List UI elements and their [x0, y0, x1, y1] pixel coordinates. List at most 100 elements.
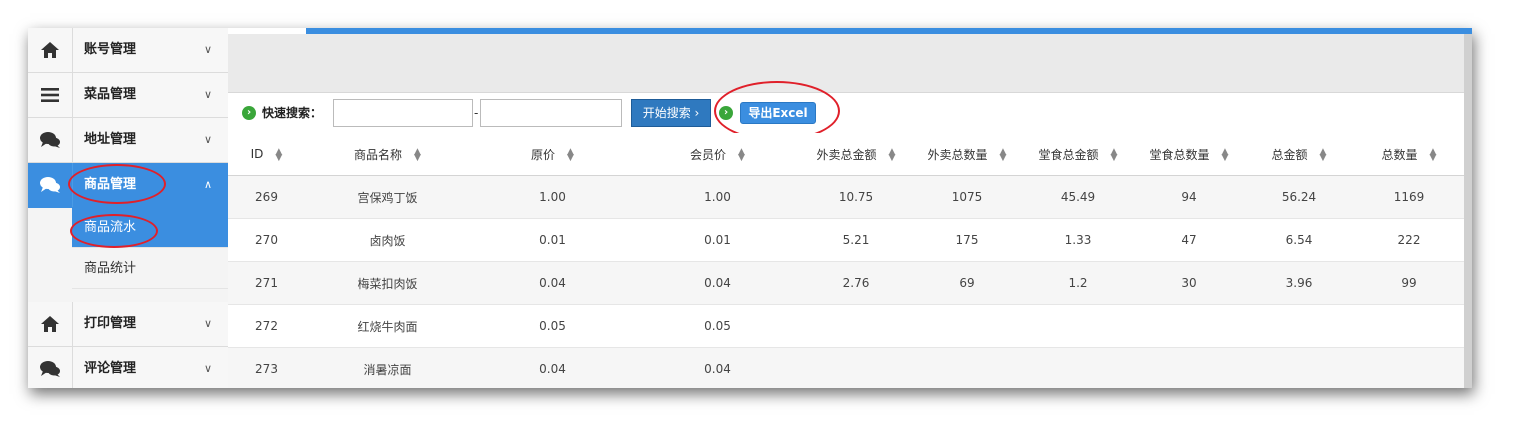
table-cell: 2.76 [800, 261, 912, 305]
table-cell: 270 [228, 218, 305, 262]
table-cell [1022, 304, 1134, 348]
table-cell [1244, 304, 1354, 348]
go-arrow-icon: › [719, 106, 733, 120]
sort-icon[interactable]: ▲ ▼ [889, 148, 896, 163]
sidebar-item-label: 地址管理 [84, 132, 137, 147]
column-header[interactable]: 原价 ▲ ▼ [470, 133, 635, 176]
table-cell: 272 [228, 304, 305, 348]
sidebar-item-label: 评论管理 [84, 361, 137, 376]
search-start-input[interactable] [333, 99, 473, 127]
table-cell [1134, 304, 1244, 348]
table-row[interactable]: 270 卤肉饭 0.01 0.01 5.21 175 1.33 47 6.54 … [228, 218, 1464, 262]
column-header[interactable]: 总金额 ▲ ▼ [1244, 133, 1354, 176]
table-cell: 0.04 [635, 347, 800, 388]
sort-icon[interactable]: ▲ ▼ [1000, 148, 1007, 163]
sort-icon[interactable]: ▲ ▼ [1222, 148, 1229, 163]
table-cell: 宫保鸡丁饭 [305, 175, 470, 219]
table-cell: 175 [912, 218, 1022, 262]
table-cell: 梅菜扣肉饭 [305, 261, 470, 305]
table-cell: 47 [1134, 218, 1244, 262]
sort-icon[interactable]: ▲ ▼ [738, 148, 745, 163]
range-separator: - [474, 106, 479, 120]
table-cell [912, 304, 1022, 348]
table-cell: 30 [1134, 261, 1244, 305]
sidebar-subitem-product-flow[interactable]: 商品流水 [72, 208, 228, 248]
table-cell: 0.04 [470, 347, 635, 388]
sidebar-item-label: 商品管理 [84, 177, 137, 192]
sort-icon[interactable]: ▲ ▼ [275, 147, 282, 162]
scrollbar[interactable] [1464, 34, 1472, 388]
chevron-down-icon: ∨ [204, 133, 213, 146]
table-row[interactable]: 272 红烧牛肉面 0.05 0.05 [228, 304, 1464, 348]
sidebar-subitem-product-stats[interactable]: 商品统计 [72, 249, 228, 289]
table-cell [1354, 304, 1464, 348]
sort-icon[interactable]: ▲ ▼ [414, 148, 421, 163]
chevron-down-icon: ∨ [204, 43, 213, 56]
search-label: 快速搜索： [262, 106, 323, 120]
table-cell [1134, 347, 1244, 388]
table-cell [1354, 347, 1464, 388]
sidebar-item-dishes[interactable]: 菜品管理 ∨ [28, 73, 228, 118]
table-cell: 1169 [1354, 175, 1464, 219]
export-excel-button[interactable]: 导出Excel [740, 102, 816, 124]
column-header[interactable]: 会员价 ▲ ▼ [635, 133, 800, 176]
sort-icon[interactable]: ▲ ▼ [1320, 148, 1327, 163]
sort-icon[interactable]: ▲ ▼ [1111, 148, 1118, 163]
table-cell: 0.05 [470, 304, 635, 348]
sort-icon[interactable]: ▲ ▼ [1430, 148, 1437, 163]
column-header[interactable]: 堂食总金额 ▲ ▼ [1022, 133, 1134, 176]
sidebar-item-comments[interactable]: 评论管理 ∨ [28, 347, 228, 388]
main-content: › 快速搜索： - 开始搜索 › › 导出Excel ID ▲ ▼ 商品名称 ▲ ▼ 原… [228, 28, 1472, 388]
table-cell: 1.33 [1022, 218, 1134, 262]
table-cell: 45.49 [1022, 175, 1134, 219]
menu-lines-icon [28, 73, 73, 117]
sort-icon[interactable]: ▲ ▼ [567, 148, 574, 163]
table-cell [800, 304, 912, 348]
sidebar-item-account[interactable]: 账号管理 ∨ [28, 28, 228, 73]
table-cell: 消暑凉面 [305, 347, 470, 388]
table-cell [800, 347, 912, 388]
table-cell: 卤肉饭 [305, 218, 470, 262]
table-cell: 0.01 [470, 218, 635, 262]
table-cell: 10.75 [800, 175, 912, 219]
column-header[interactable]: 外卖总数量 ▲ ▼ [912, 133, 1022, 176]
search-end-input[interactable] [480, 99, 622, 127]
table-cell [1244, 347, 1354, 388]
table-row[interactable]: 271 梅菜扣肉饭 0.04 0.04 2.76 69 1.2 30 3.96 … [228, 261, 1464, 305]
table-header-row: ID ▲ ▼ 商品名称 ▲ ▼ 原价 ▲ ▼ 会员价 ▲ ▼ 外卖总金额 ▲ ▼ 外卖总数量 ▲ ▼ 堂… [228, 133, 1464, 176]
sidebar-item-products[interactable]: 商品管理 ∧ [28, 163, 228, 208]
table-cell: 0.04 [470, 261, 635, 305]
app-window: 账号管理 ∨ 菜品管理 ∨ 地址管理 ∨ 商品管理 ∧ 商品流水 商品统计 打印… [28, 28, 1472, 388]
column-header[interactable]: 商品名称 ▲ ▼ [305, 133, 470, 176]
product-table: ID ▲ ▼ 商品名称 ▲ ▼ 原价 ▲ ▼ 会员价 ▲ ▼ 外卖总金额 ▲ ▼ 外卖总数量 ▲ ▼ 堂… [228, 133, 1464, 388]
go-arrow-icon: › [242, 106, 256, 120]
column-header[interactable]: 总数量 ▲ ▼ [1354, 133, 1464, 176]
table-cell: 0.04 [635, 261, 800, 305]
chevron-down-icon: ∨ [204, 88, 213, 101]
table-cell: 5.21 [800, 218, 912, 262]
column-header[interactable]: 外卖总金额 ▲ ▼ [800, 133, 912, 176]
table-cell: 94 [1134, 175, 1244, 219]
table-cell: 99 [1354, 261, 1464, 305]
sidebar-item-address[interactable]: 地址管理 ∨ [28, 118, 228, 163]
table-cell: 红烧牛肉面 [305, 304, 470, 348]
table-cell: 56.24 [1244, 175, 1354, 219]
table-cell: 0.05 [635, 304, 800, 348]
table-row[interactable]: 269 宫保鸡丁饭 1.00 1.00 10.75 1075 45.49 94 … [228, 175, 1464, 219]
column-header[interactable]: ID ▲ ▼ [228, 133, 305, 176]
table-cell: 1075 [912, 175, 1022, 219]
table-cell: 0.01 [635, 218, 800, 262]
sidebar-item-print[interactable]: 打印管理 ∨ [28, 302, 228, 347]
table-cell: 222 [1354, 218, 1464, 262]
column-header[interactable]: 堂食总数量 ▲ ▼ [1134, 133, 1244, 176]
table-cell [1022, 347, 1134, 388]
table-cell: 1.2 [1022, 261, 1134, 305]
home-icon [28, 28, 73, 72]
table-row[interactable]: 273 消暑凉面 0.04 0.04 [228, 347, 1464, 388]
search-button[interactable]: 开始搜索 › [631, 99, 711, 127]
chat-bubbles-icon [28, 163, 73, 207]
sidebar: 账号管理 ∨ 菜品管理 ∨ 地址管理 ∨ 商品管理 ∧ 商品流水 商品统计 打印… [28, 28, 229, 388]
table-cell: 1.00 [635, 175, 800, 219]
table-cell: 6.54 [1244, 218, 1354, 262]
chevron-up-icon: ∧ [204, 178, 213, 191]
